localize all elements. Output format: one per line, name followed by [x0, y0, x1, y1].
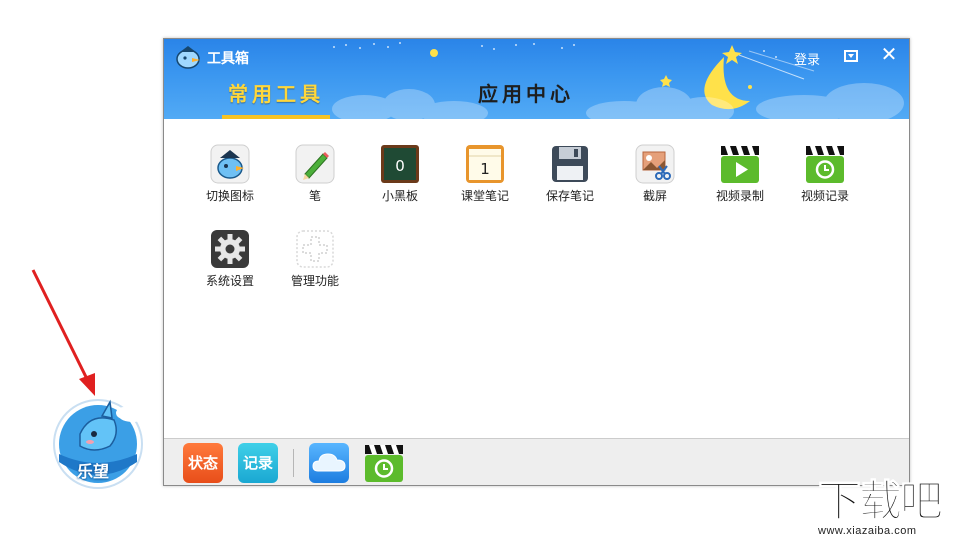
- tool-manage-functions[interactable]: 管理功能: [275, 224, 355, 304]
- video-clapper-clock-icon: [365, 445, 403, 482]
- toolbox-window: 工具箱 登录 ✕ 常用工具 应用中心 切换图标 笔 0 小黑板 1 课堂笔记 保…: [163, 38, 910, 486]
- window-title: 工具箱: [207, 51, 249, 67]
- tool-video-record[interactable]: 视频录制: [700, 139, 780, 219]
- window-header[interactable]: 工具箱 登录 ✕ 常用工具 应用中心: [164, 39, 909, 119]
- tool-label: 截屏: [642, 189, 667, 203]
- video-log-button[interactable]: [364, 443, 404, 483]
- cloud-icon: [312, 453, 346, 472]
- red-arrow-annotation: [31, 269, 95, 396]
- widget-label: 乐望: [77, 462, 110, 481]
- tool-system-settings[interactable]: 系统设置: [190, 224, 270, 304]
- pencil-icon: [295, 144, 335, 184]
- login-link[interactable]: 登录: [794, 49, 820, 68]
- screenshot-scissors-icon: [635, 144, 675, 184]
- tool-label: 小黑板: [381, 189, 418, 203]
- blackboard-badge: 0: [395, 157, 405, 175]
- cloud-button[interactable]: [309, 443, 349, 483]
- tab-common-tools[interactable]: 常用工具: [222, 77, 330, 119]
- watermark-url: www.xiazaiba.com: [818, 525, 917, 537]
- close-button[interactable]: ✕: [880, 44, 898, 64]
- chevron-down-icon: [848, 54, 854, 58]
- bottom-toolbar: 状态 记录: [164, 438, 909, 485]
- bird-mascot-icon: [210, 144, 250, 184]
- bird-logo-icon: [176, 46, 200, 69]
- tool-save-notes[interactable]: 保存笔记: [530, 139, 610, 219]
- tool-label: 视频录制: [715, 189, 764, 203]
- video-clapper-play-icon: [721, 146, 759, 183]
- tool-label: 视频记录: [800, 189, 849, 203]
- tool-label: 保存笔记: [545, 189, 594, 203]
- tool-label: 笔: [308, 189, 321, 203]
- tool-label: 管理功能: [290, 274, 339, 288]
- tool-label: 切换图标: [205, 189, 254, 203]
- watermark-logo-text: 下载吧: [818, 477, 944, 527]
- toolbar-divider: [293, 449, 294, 477]
- add-dotted-icon: [296, 230, 334, 268]
- tool-blackboard[interactable]: 0 小黑板: [360, 139, 440, 219]
- tool-class-notes[interactable]: 1 课堂笔记: [445, 139, 525, 219]
- tool-video-log[interactable]: 视频记录: [785, 139, 865, 219]
- tool-switch-icon[interactable]: 切换图标: [190, 139, 270, 219]
- status-button[interactable]: 状态: [183, 443, 223, 483]
- record-button[interactable]: 记录: [238, 443, 278, 483]
- floppy-disk-icon: [552, 146, 588, 182]
- tool-label: 课堂笔记: [460, 189, 509, 203]
- tool-pen[interactable]: 笔: [275, 139, 355, 219]
- notebook-icon: 1: [466, 145, 504, 183]
- gear-icon: [211, 230, 249, 268]
- notebook-badge: 1: [480, 160, 490, 178]
- tab-app-center[interactable]: 应用中心: [464, 77, 588, 119]
- minimize-button[interactable]: [844, 50, 858, 62]
- video-clapper-clock-icon: [806, 146, 844, 183]
- blackboard-icon: 0: [381, 145, 419, 183]
- tool-screenshot[interactable]: 截屏: [615, 139, 695, 219]
- tool-label: 系统设置: [205, 274, 254, 288]
